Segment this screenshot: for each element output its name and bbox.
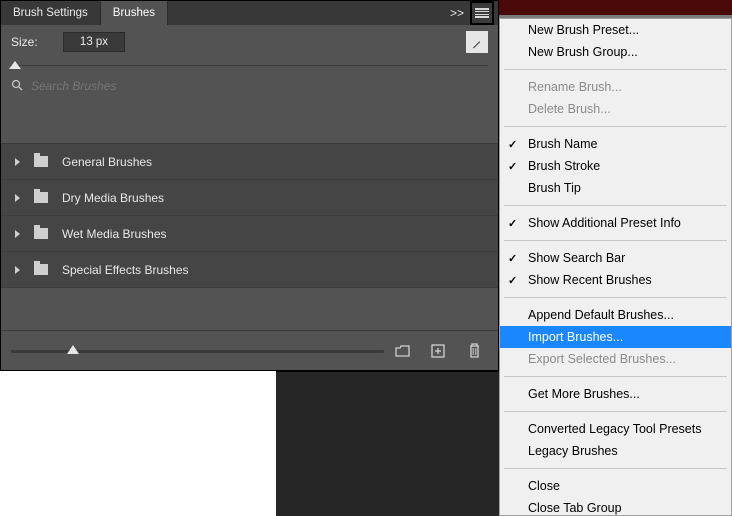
search-row — [1, 73, 498, 99]
thumbnail-size-slider[interactable] — [11, 347, 384, 355]
menu-item[interactable]: ✓ Brush Name — [500, 133, 731, 155]
menu-item[interactable]: ✓ Show Search Bar — [500, 247, 731, 269]
menu-item-label: Converted Legacy Tool Presets — [528, 422, 701, 436]
menu-item-label: Show Additional Preset Info — [528, 216, 681, 230]
brush-folder-item[interactable]: General Brushes — [1, 144, 498, 180]
collapse-panel-icon[interactable]: >> — [450, 6, 464, 20]
menu-separator — [504, 468, 727, 469]
menu-item[interactable]: Close Tab Group — [500, 497, 731, 516]
menu-separator — [504, 376, 727, 377]
menu-item: Delete Brush... — [500, 98, 731, 120]
folder-icon — [34, 228, 48, 239]
brush-folder-item[interactable]: Dry Media Brushes — [1, 180, 498, 216]
new-brush-icon[interactable] — [430, 343, 446, 359]
menu-item-label: New Brush Group... — [528, 45, 638, 59]
menu-item[interactable]: New Brush Group... — [500, 41, 731, 63]
menu-separator — [504, 240, 727, 241]
menu-item-label: Legacy Brushes — [528, 444, 618, 458]
expand-caret-icon — [15, 194, 20, 202]
brushes-panel: Brush Settings Brushes >> Size: 13 px Ge… — [0, 0, 499, 371]
menu-item-label: Export Selected Brushes... — [528, 352, 676, 366]
checkmark-icon: ✓ — [508, 274, 517, 287]
size-label: Size: — [11, 35, 53, 49]
panel-tab-bar: Brush Settings Brushes >> — [1, 1, 498, 25]
folder-icon — [34, 156, 48, 167]
menu-item-label: Show Recent Brushes — [528, 273, 652, 287]
preset-manager-icon[interactable] — [394, 343, 410, 359]
menu-item: Export Selected Brushes... — [500, 348, 731, 370]
menu-separator — [504, 297, 727, 298]
delete-brush-icon[interactable] — [466, 343, 482, 359]
search-input[interactable] — [31, 79, 488, 93]
menu-item-label: Import Brushes... — [528, 330, 623, 344]
document-canvas[interactable] — [276, 371, 499, 516]
menu-item-label: Brush Stroke — [528, 159, 600, 173]
menu-item-label: Brush Tip — [528, 181, 581, 195]
brush-folder-label: Wet Media Brushes — [62, 227, 167, 241]
brush-folder-item[interactable]: Special Effects Brushes — [1, 252, 498, 288]
menu-item: Rename Brush... — [500, 76, 731, 98]
panel-flyout-menu-button[interactable] — [470, 1, 494, 25]
brush-size-row: Size: 13 px — [1, 25, 498, 59]
menu-item[interactable]: Get More Brushes... — [500, 383, 731, 405]
menu-item-label: Close Tab Group — [528, 501, 622, 515]
menu-item-label: Delete Brush... — [528, 102, 611, 116]
menu-item-label: New Brush Preset... — [528, 23, 639, 37]
folder-icon — [34, 264, 48, 275]
size-slider[interactable] — [1, 59, 498, 73]
menu-item[interactable]: Append Default Brushes... — [500, 304, 731, 326]
menu-item[interactable]: Converted Legacy Tool Presets — [500, 418, 731, 440]
menu-item[interactable]: Legacy Brushes — [500, 440, 731, 462]
menu-item-label: Brush Name — [528, 137, 597, 151]
menu-item[interactable]: ✓ Show Recent Brushes — [500, 269, 731, 291]
menu-item[interactable]: Import Brushes... — [500, 326, 731, 348]
expand-caret-icon — [15, 266, 20, 274]
size-slider-track — [11, 65, 488, 66]
app-titlebar-fragment — [499, 0, 732, 18]
checkmark-icon: ✓ — [508, 160, 517, 173]
tab-brushes[interactable]: Brushes — [101, 1, 168, 25]
folder-icon — [34, 192, 48, 203]
checkmark-icon: ✓ — [508, 252, 517, 265]
toggle-brush-preview-button[interactable] — [466, 31, 488, 53]
size-slider-thumb[interactable] — [9, 61, 21, 69]
menu-item-label: Append Default Brushes... — [528, 308, 674, 322]
menu-item[interactable]: New Brush Preset... — [500, 19, 731, 41]
brush-folder-label: Special Effects Brushes — [62, 263, 189, 277]
panel-flyout-menu: New Brush Preset... New Brush Group... Ren… — [499, 18, 732, 516]
brush-folder-label: Dry Media Brushes — [62, 191, 164, 205]
search-icon — [11, 79, 23, 94]
menu-item-label: Show Search Bar — [528, 251, 625, 265]
expand-caret-icon — [15, 230, 20, 238]
menu-item-label: Get More Brushes... — [528, 387, 640, 401]
menu-item[interactable]: ✓ Brush Stroke — [500, 155, 731, 177]
menu-icon — [475, 8, 489, 18]
menu-item[interactable]: Close — [500, 475, 731, 497]
menu-separator — [504, 126, 727, 127]
menu-separator — [504, 205, 727, 206]
menu-separator — [504, 411, 727, 412]
thumbnail-size-thumb[interactable] — [67, 345, 79, 354]
menu-item[interactable]: ✓ Show Additional Preset Info — [500, 212, 731, 234]
recent-brushes-area — [1, 99, 498, 143]
checkmark-icon: ✓ — [508, 138, 517, 151]
expand-caret-icon — [15, 158, 20, 166]
brush-folder-label: General Brushes — [62, 155, 152, 169]
panel-footer — [1, 330, 498, 370]
menu-item[interactable]: Brush Tip — [500, 177, 731, 199]
brush-folder-item[interactable]: Wet Media Brushes — [1, 216, 498, 252]
checkmark-icon: ✓ — [508, 217, 517, 230]
tab-brush-settings[interactable]: Brush Settings — [1, 1, 101, 25]
menu-item-label: Rename Brush... — [528, 80, 622, 94]
menu-item-label: Close — [528, 479, 560, 493]
menu-separator — [504, 69, 727, 70]
size-input[interactable]: 13 px — [63, 32, 125, 52]
brush-folder-list: General Brushes Dry Media Brushes Wet Medi… — [1, 143, 498, 288]
